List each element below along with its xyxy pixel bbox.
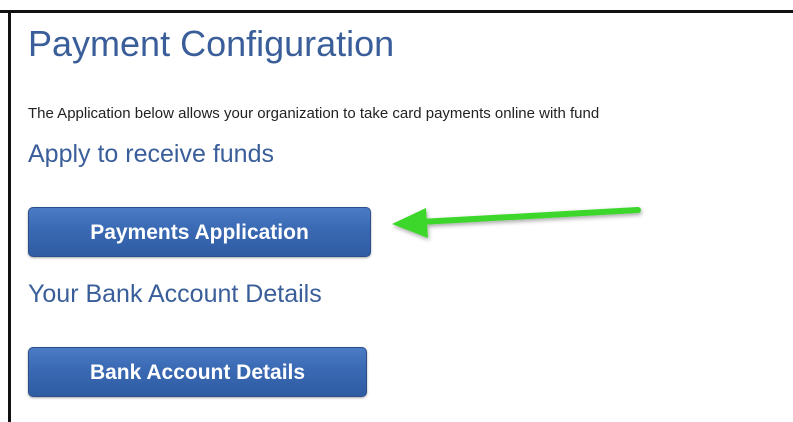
frame-border-left [8, 10, 11, 422]
intro-text: The Application below allows your organi… [28, 105, 600, 122]
page-frame: Payment Configuration The Application be… [0, 0, 793, 422]
apply-funds-heading: Apply to receive funds [28, 140, 274, 168]
page-title: Payment Configuration [28, 23, 395, 64]
arrow-left-icon [392, 207, 641, 238]
bank-account-heading: Your Bank Account Details [28, 280, 322, 308]
bank-account-details-button[interactable]: Bank Account Details [28, 347, 367, 397]
frame-border-top [0, 10, 793, 13]
payments-application-button[interactable]: Payments Application [28, 207, 371, 257]
